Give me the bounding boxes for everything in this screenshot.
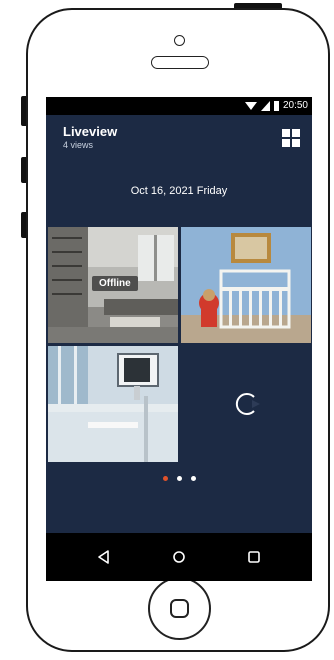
android-nav-bar: [46, 533, 312, 581]
office-image: [48, 346, 178, 462]
camera-tile-nursery[interactable]: [181, 227, 311, 343]
cell-signal-icon: [260, 100, 270, 111]
view-count: 4 views: [63, 140, 94, 150]
nursery-image: [181, 227, 311, 343]
page-dot-3[interactable]: [190, 476, 196, 481]
page-dot-1[interactable]: [162, 476, 168, 481]
offline-badge: Offline: [92, 276, 138, 291]
battery-icon: [273, 100, 279, 111]
home-button-square: [170, 599, 189, 618]
page-title: Liveview: [63, 124, 118, 139]
home-icon[interactable]: [171, 549, 187, 565]
app-header: Liveview 4 views: [46, 115, 312, 155]
front-camera: [174, 35, 185, 46]
hardware-home-button[interactable]: [148, 577, 211, 640]
earpiece-speaker: [151, 56, 209, 69]
page-dot-2[interactable]: [176, 476, 182, 481]
grid-view-icon[interactable]: [282, 129, 300, 147]
camera-tile-office[interactable]: [48, 346, 178, 462]
status-bar: 20:50: [46, 97, 312, 115]
back-icon[interactable]: [96, 549, 112, 565]
camera-tile-living-room[interactable]: Offline: [48, 227, 178, 343]
camera-tile-loading[interactable]: [181, 346, 311, 462]
status-time: 20:50: [282, 100, 308, 111]
wifi-icon: [244, 101, 257, 110]
recent-apps-icon[interactable]: [246, 549, 262, 565]
loading-spinner-icon: [235, 393, 260, 415]
app-screen: 20:50 Liveview 4 views Oct 16, 2021 Frid…: [46, 97, 312, 581]
page-indicator[interactable]: [46, 476, 312, 481]
date-label: Oct 16, 2021 Friday: [130, 185, 228, 197]
